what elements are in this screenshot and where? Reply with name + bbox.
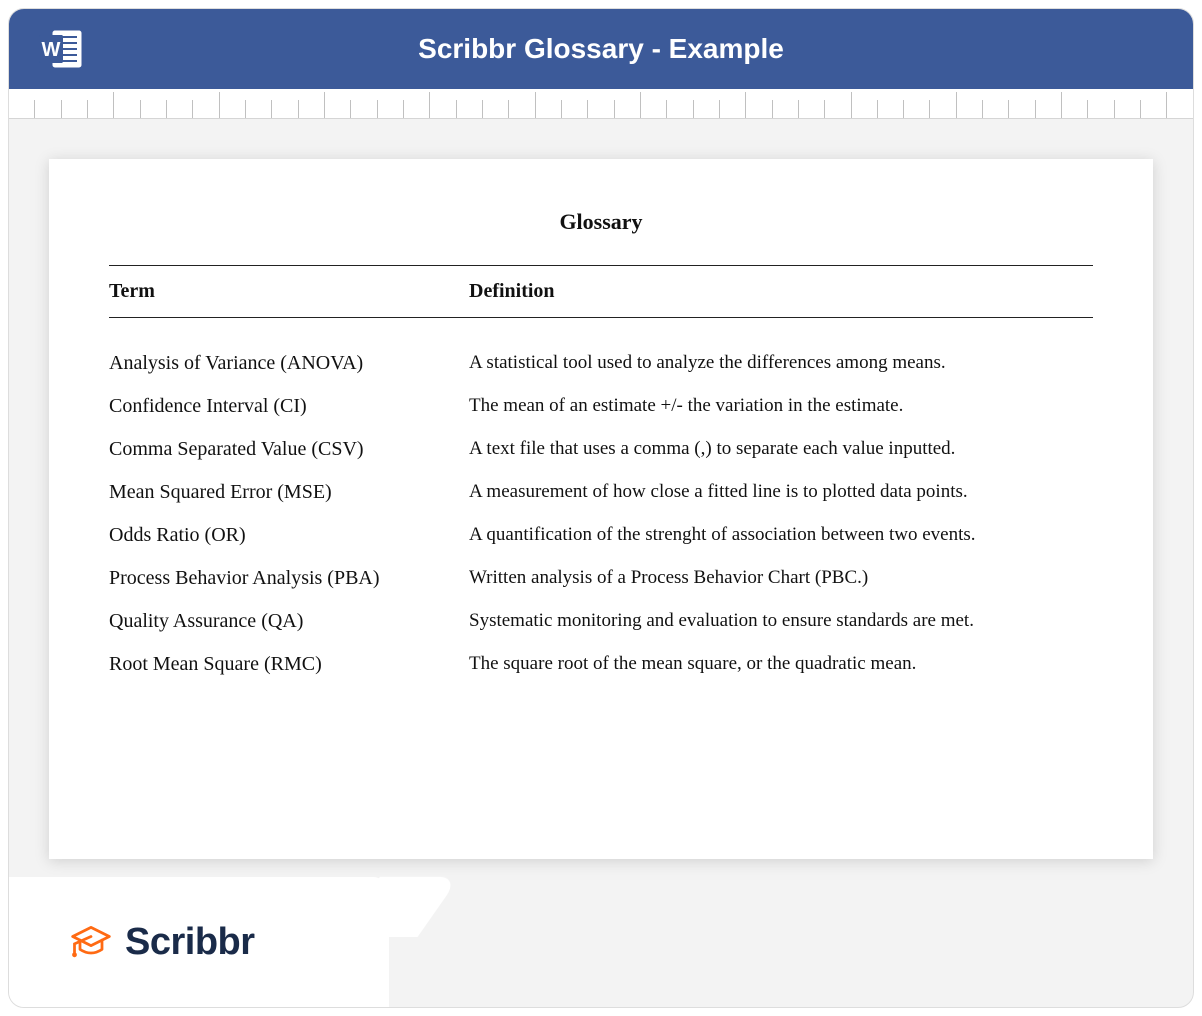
scribbr-wordmark: Scribbr <box>125 921 255 964</box>
table-row: Odds Ratio (OR) A quantification of the … <box>109 514 1093 557</box>
cell-term: Process Behavior Analysis (PBA) <box>109 567 469 590</box>
cell-definition: A measurement of how close a fitted line… <box>469 481 1093 504</box>
cell-definition: The square root of the mean square, or t… <box>469 653 1093 676</box>
scribbr-logo: Scribbr <box>69 920 255 964</box>
cell-term: Root Mean Square (RMC) <box>109 653 469 676</box>
header-title: Scribbr Glossary - Example <box>89 33 1169 65</box>
column-header-definition: Definition <box>469 280 1093 303</box>
cell-definition: Systematic monitoring and evaluation to … <box>469 610 1093 633</box>
cell-definition: A quantification of the strenght of asso… <box>469 524 1093 547</box>
cell-definition: The mean of an estimate +/- the variatio… <box>469 395 1093 418</box>
cell-term: Comma Separated Value (CSV) <box>109 438 469 461</box>
word-icon: W <box>33 21 89 77</box>
table-row: Quality Assurance (QA) Systematic monito… <box>109 600 1093 643</box>
cell-term: Confidence Interval (CI) <box>109 395 469 418</box>
table-row: Mean Squared Error (MSE) A measurement o… <box>109 471 1093 514</box>
app-frame: W Scribbr Glossary - Example Glossary Te… <box>8 8 1194 1008</box>
cell-term: Analysis of Variance (ANOVA) <box>109 352 469 375</box>
table-header: Term Definition <box>109 265 1093 318</box>
logo-corner: Scribbr <box>9 877 389 1007</box>
glossary-table: Term Definition Analysis of Variance (AN… <box>109 265 1093 686</box>
graduation-cap-icon <box>69 920 113 964</box>
document-title: Glossary <box>109 209 1093 235</box>
header-bar: W Scribbr Glossary - Example <box>9 9 1193 89</box>
cell-term: Odds Ratio (OR) <box>109 524 469 547</box>
column-header-term: Term <box>109 280 469 303</box>
table-row: Comma Separated Value (CSV) A text file … <box>109 428 1093 471</box>
cell-term: Mean Squared Error (MSE) <box>109 481 469 504</box>
table-row: Root Mean Square (RMC) The square root o… <box>109 643 1093 686</box>
ruler <box>9 89 1193 119</box>
table-row: Process Behavior Analysis (PBA) Written … <box>109 557 1093 600</box>
document-page: Glossary Term Definition Analysis of Var… <box>49 159 1153 859</box>
cell-definition: Written analysis of a Process Behavior C… <box>469 567 1093 590</box>
table-row: Confidence Interval (CI) The mean of an … <box>109 385 1093 428</box>
cell-definition: A text file that uses a comma (,) to sep… <box>469 438 1093 461</box>
svg-text:W: W <box>42 39 61 61</box>
table-row: Analysis of Variance (ANOVA) A statistic… <box>109 342 1093 385</box>
table-body: Analysis of Variance (ANOVA) A statistic… <box>109 318 1093 686</box>
cell-term: Quality Assurance (QA) <box>109 610 469 633</box>
cell-definition: A statistical tool used to analyze the d… <box>469 352 1093 375</box>
workspace: Glossary Term Definition Analysis of Var… <box>9 119 1193 1007</box>
